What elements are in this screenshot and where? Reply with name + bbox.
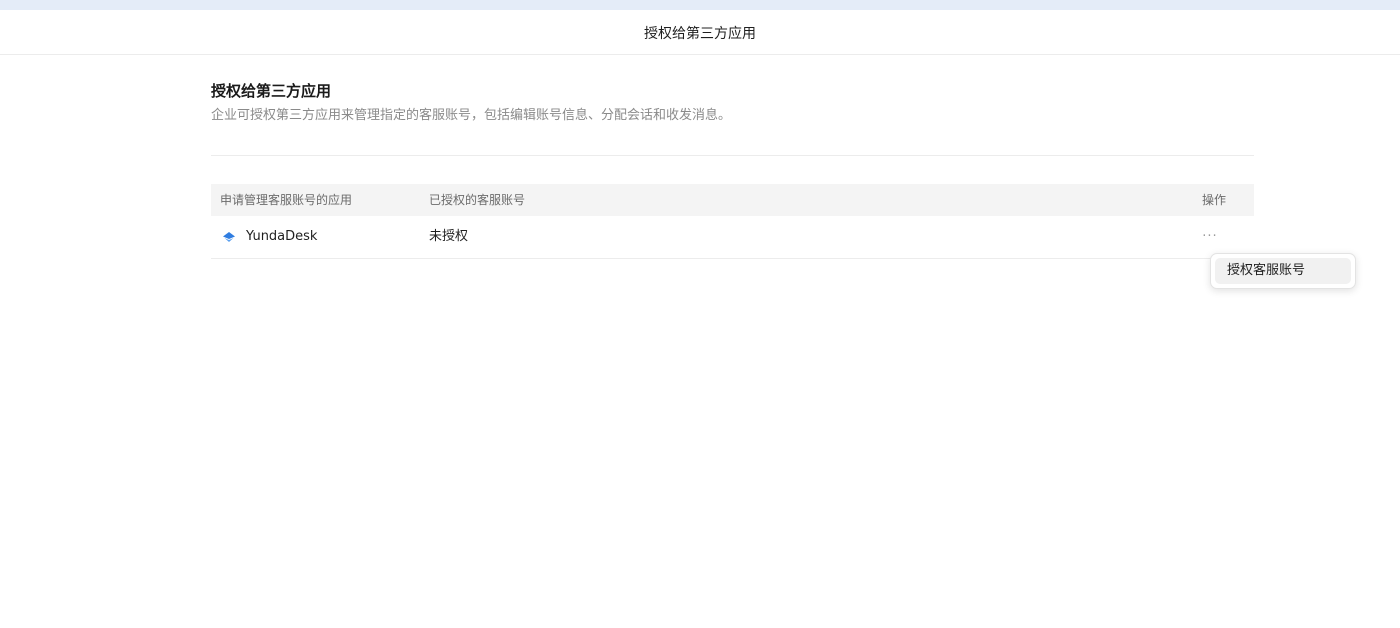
menu-item-authorize-account[interactable]: 授权客服账号 (1215, 258, 1351, 284)
window-title: 授权给第三方应用 (644, 26, 756, 42)
yundadesk-logo-icon (223, 232, 235, 242)
main-content: 授权给第三方应用 企业可授权第三方应用来管理指定的客服账号，包括编辑账号信息、分… (211, 80, 1254, 259)
title-bar: 授权给第三方应用 (0, 10, 1400, 55)
header-authorized-account: 已授权的客服账号 (429, 193, 526, 207)
apps-table: 申请管理客服账号的应用 已授权的客服账号 操作 YundaDesk 未授权 ··… (211, 184, 1254, 259)
header-app: 申请管理客服账号的应用 (220, 193, 353, 207)
more-icon[interactable]: ··· (1199, 227, 1221, 247)
divider (211, 155, 1254, 156)
app-name: YundaDesk (246, 229, 318, 244)
authorized-account-status: 未授权 (429, 229, 469, 244)
table-row: YundaDesk 未授权 ··· (211, 216, 1254, 259)
header-actions: 操作 (1202, 193, 1227, 207)
page-description: 企业可授权第三方应用来管理指定的客服账号，包括编辑账号信息、分配会话和收发消息。 (211, 108, 732, 123)
top-strip (0, 0, 1400, 10)
table-header: 申请管理客服账号的应用 已授权的客服账号 操作 (211, 184, 1254, 216)
action-dropdown-menu: 授权客服账号 (1210, 253, 1356, 289)
page-heading: 授权给第三方应用 (211, 82, 332, 100)
